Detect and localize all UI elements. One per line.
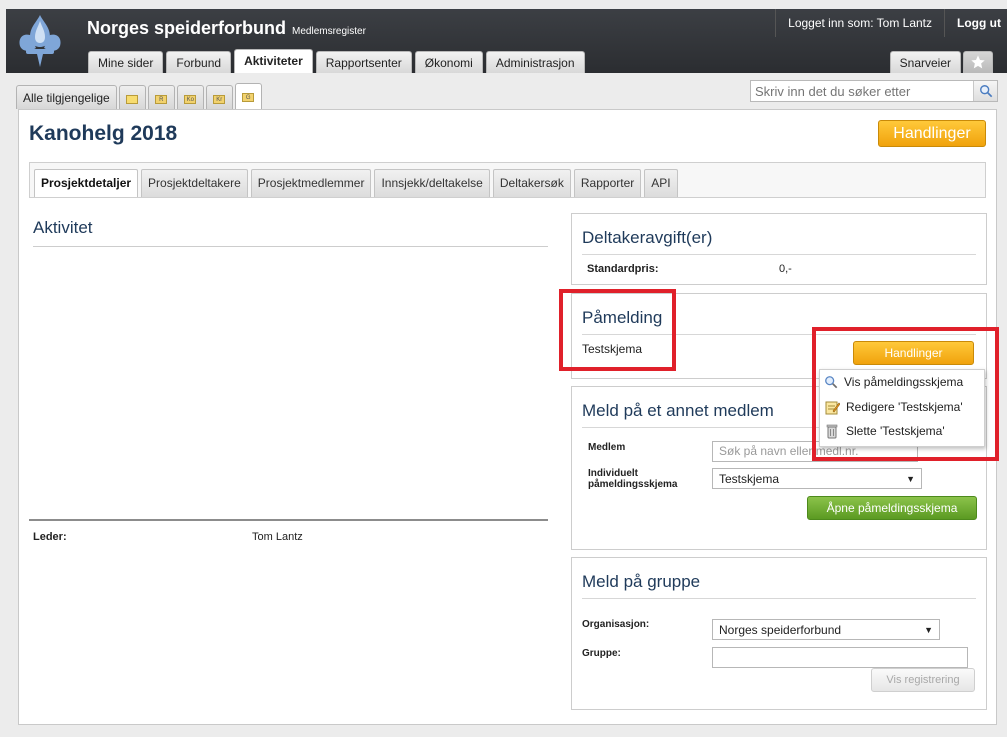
folder-icon xyxy=(126,95,139,105)
page-title: Kanohelg 2018 xyxy=(29,122,178,145)
group-signup-box: Meld på gruppe Organisasjon: Norges spei… xyxy=(571,557,987,710)
nav-tab-okonomi[interactable]: Økonomi xyxy=(414,51,483,73)
form-label-line1: Individuelt xyxy=(588,468,638,479)
nav-tab-rapportsenter[interactable]: Rapportsenter xyxy=(315,51,412,73)
show-registration-button[interactable]: Vis registrering xyxy=(871,668,975,692)
registration-actions-button[interactable]: Handlinger xyxy=(853,341,974,365)
nav-tab-mine-sider[interactable]: Mine sider xyxy=(88,51,164,73)
form-select-value: Testskjema xyxy=(719,471,780,486)
tab-ko[interactable]: Ko xyxy=(176,85,204,109)
dropdown-arrow-icon: ▼ xyxy=(924,624,933,635)
magnifier-icon xyxy=(825,376,838,389)
scout-lily-logo[interactable] xyxy=(16,13,64,69)
group-label: Gruppe: xyxy=(582,648,621,659)
logout-link[interactable]: Logg ut xyxy=(944,9,1007,37)
divider xyxy=(29,519,548,521)
global-search-input[interactable] xyxy=(751,81,973,101)
logged-in-text: Logget inn som: Tom Lantz xyxy=(775,9,944,37)
user-box: Logget inn som: Tom Lantz Logg ut xyxy=(775,9,1007,37)
tab-innsjekk[interactable]: Innsjekk/deltakelse xyxy=(374,169,490,197)
top-header: Norges speiderforbund Medlemsregister Log… xyxy=(6,9,1007,73)
g-badge-icon: G xyxy=(242,93,255,103)
registration-form-name: Testskjema xyxy=(582,342,643,356)
context-tabs: Alle tilgjengelige R Ko Kr G xyxy=(16,83,264,109)
tab-prosjektdeltakere[interactable]: Prosjektdeltakere xyxy=(141,169,248,197)
kr-badge-icon: Kr xyxy=(213,95,226,105)
menu-item-view-form[interactable]: Vis påmeldingsskjema xyxy=(824,375,963,389)
form-select[interactable]: Testskjema ▼ xyxy=(712,468,922,489)
organization-select[interactable]: Norges speiderforbund ▼ xyxy=(712,619,940,640)
tab-rapporter[interactable]: Rapporter xyxy=(573,169,642,197)
menu-item-label: Redigere 'Testskjema' xyxy=(846,400,963,414)
app-subtitle: Medlemsregister xyxy=(292,26,366,37)
member-label: Medlem xyxy=(588,442,626,453)
menu-item-label: Vis påmeldingsskjema xyxy=(844,375,964,389)
r-badge-icon: R xyxy=(155,95,168,105)
nav-tab-forbund[interactable]: Forbund xyxy=(166,51,232,73)
edit-icon xyxy=(825,401,840,415)
tab-folder[interactable] xyxy=(118,85,146,109)
group-input[interactable] xyxy=(712,647,968,668)
right-nav: Snarveier xyxy=(889,51,995,73)
open-form-button[interactable]: Åpne påmeldingsskjema xyxy=(807,496,977,520)
project-tabs: Prosjektdetaljer Prosjektdeltakere Prosj… xyxy=(29,162,986,198)
trash-icon xyxy=(826,424,838,439)
registration-heading: Påmelding xyxy=(582,308,976,335)
tab-prosjektdetaljer[interactable]: Prosjektdetaljer xyxy=(34,169,139,197)
nav-tab-aktiviteter[interactable]: Aktiviteter xyxy=(234,49,313,73)
organization-value: Norges speiderforbund xyxy=(719,622,842,637)
tab-deltakersok[interactable]: Deltakersøk xyxy=(492,169,571,197)
menu-item-delete-form[interactable]: Slette 'Testskjema' xyxy=(824,423,945,439)
shortcuts-tab[interactable]: Snarveier xyxy=(889,51,961,73)
nav-tab-administrasjon[interactable]: Administrasjon xyxy=(485,51,585,73)
star-icon xyxy=(971,55,985,69)
global-search xyxy=(750,80,998,102)
dropdown-arrow-icon: ▼ xyxy=(906,473,915,484)
leader-label: Leder: xyxy=(33,531,67,543)
menu-item-label: Slette 'Testskjema' xyxy=(846,424,945,438)
registration-box: Påmelding Testskjema Handlinger xyxy=(571,293,987,379)
tab-kr[interactable]: Kr xyxy=(205,85,233,109)
menu-item-edit-form[interactable]: Redigere 'Testskjema' xyxy=(824,399,963,415)
activity-heading: Aktivitet xyxy=(33,218,548,247)
registration-actions-menu: Vis påmeldingsskjema Redigere 'Testskjem… xyxy=(819,369,985,447)
app-title: Norges speiderforbund Medlemsregister xyxy=(87,18,366,39)
tab-r[interactable]: R xyxy=(147,85,175,109)
app-title-text: Norges speiderforbund xyxy=(87,18,287,38)
search-button[interactable] xyxy=(973,81,997,101)
actions-button[interactable]: Handlinger xyxy=(878,120,986,147)
tab-api[interactable]: API xyxy=(644,169,678,197)
favorite-star-tab[interactable] xyxy=(963,51,993,73)
group-signup-heading: Meld på gruppe xyxy=(582,572,976,599)
fee-heading: Deltakeravgift(er) xyxy=(582,228,976,255)
standard-price-value: 0,- xyxy=(779,263,792,275)
fee-box: Deltakeravgift(er) Standardpris: 0,- xyxy=(571,213,987,285)
search-icon xyxy=(979,85,992,98)
ko-badge-icon: Ko xyxy=(184,95,197,105)
tab-g[interactable]: G xyxy=(234,83,262,109)
main-nav: Mine sider Forbund Aktiviteter Rapportse… xyxy=(88,49,588,73)
tab-all-available[interactable]: Alle tilgjengelige xyxy=(16,85,117,109)
standard-price-label: Standardpris: xyxy=(587,263,659,275)
tab-prosjektmedlemmer[interactable]: Prosjektmedlemmer xyxy=(250,169,372,197)
organization-label: Organisasjon: xyxy=(582,619,650,630)
leader-value: Tom Lantz xyxy=(252,531,303,543)
form-label-line2: påmeldingsskjema xyxy=(588,479,678,490)
